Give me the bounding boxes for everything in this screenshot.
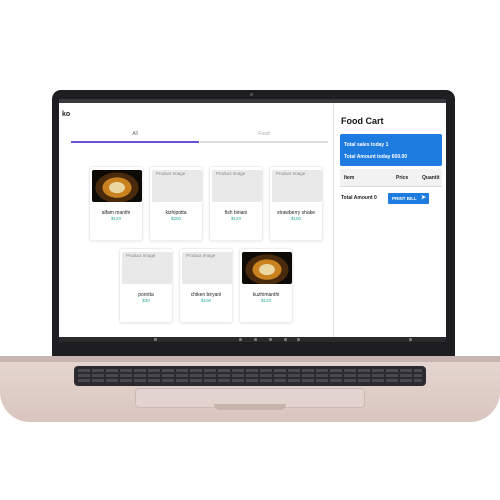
taskbar-icon[interactable] xyxy=(239,338,242,341)
sales-today: Total sales today 1 xyxy=(344,142,389,148)
product-image xyxy=(242,252,292,284)
send-arrow-icon: ➤ xyxy=(420,195,426,201)
taskbar-icon[interactable] xyxy=(254,338,257,341)
taskbar-icon[interactable] xyxy=(297,338,300,341)
tab-all[interactable]: All xyxy=(71,129,199,143)
taskbar-icon[interactable] xyxy=(154,338,157,341)
product-price: $120 xyxy=(110,216,121,221)
key-row xyxy=(78,379,422,382)
taskbar-icon[interactable] xyxy=(269,338,272,341)
product-image: Product Image xyxy=(122,252,172,284)
taskbar-icon[interactable] xyxy=(409,338,412,341)
product-price: $200 xyxy=(170,216,181,221)
cart-table-header: Item Price Quantit xyxy=(340,169,442,187)
product-image: Product Image xyxy=(212,170,262,202)
laptop-notch xyxy=(214,404,286,410)
app-title: ko xyxy=(62,111,71,118)
amount-today: Total Amount today 600.00 xyxy=(344,154,408,160)
key-row xyxy=(78,374,422,377)
sales-summary: Total sales today 1 Total Amount today 6… xyxy=(340,134,442,166)
laptop-screen: ko All Food alfam manthi $120 Product Im… xyxy=(59,99,446,342)
product-card[interactable]: kuzhimanthi $120 xyxy=(239,248,293,323)
webcam-icon xyxy=(250,93,253,96)
product-image: Product Image xyxy=(272,170,322,202)
print-bill-label: PRINT BILL xyxy=(392,196,417,201)
cart-total: Total Amount 0 xyxy=(341,195,377,201)
product-card[interactable]: Product Image chiken biryani $100 xyxy=(179,248,233,323)
column-item: Item xyxy=(344,175,355,181)
product-card[interactable]: Product Image fish biriani $120 xyxy=(209,166,263,241)
laptop-hinge xyxy=(0,356,500,362)
product-image: Product Image xyxy=(152,170,202,202)
product-card[interactable]: Product Image porotta $30 xyxy=(119,248,173,323)
product-price: $120 xyxy=(260,298,271,303)
product-price: $100 xyxy=(290,216,301,221)
taskbar xyxy=(59,337,446,342)
column-quantity: Quantit xyxy=(422,175,440,181)
product-price: $30 xyxy=(142,298,150,303)
category-tabs: All Food xyxy=(71,129,328,143)
product-price: $120 xyxy=(230,216,241,221)
product-image xyxy=(92,170,142,202)
product-card[interactable]: alfam manthi $120 xyxy=(89,166,143,241)
product-card[interactable]: Product Image kizhipotta $200 xyxy=(149,166,203,241)
tab-food[interactable]: Food xyxy=(200,129,328,143)
product-image: Product Image xyxy=(182,252,232,284)
key-row xyxy=(78,369,422,372)
window-topbar xyxy=(59,99,446,103)
taskbar-icon[interactable] xyxy=(284,338,287,341)
panel-divider xyxy=(333,103,334,337)
column-price: Price xyxy=(396,175,409,181)
product-price: $100 xyxy=(200,298,211,303)
keyboard xyxy=(74,366,426,386)
product-card[interactable]: Product Image strawberry shake $100 xyxy=(269,166,323,241)
print-bill-button[interactable]: PRINT BILL ➤ xyxy=(388,193,429,204)
cart-title: Food Cart xyxy=(341,116,384,126)
